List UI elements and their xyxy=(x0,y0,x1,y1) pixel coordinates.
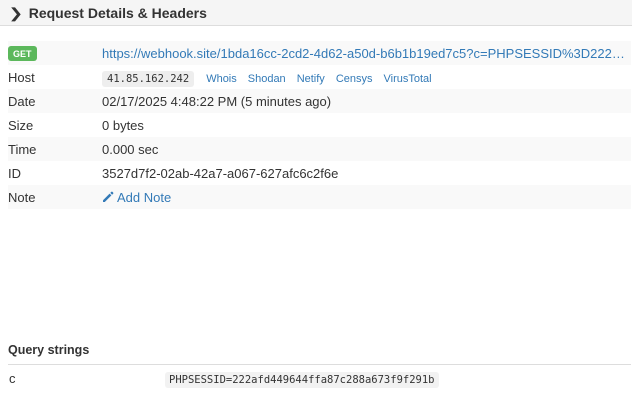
netify-link[interactable]: Netify xyxy=(297,73,325,85)
host-row: Host 41.85.162.242 Whois Shodan Netify Censy… xyxy=(8,65,631,89)
add-note-label: Add Note xyxy=(117,189,172,205)
query-key: c xyxy=(8,364,165,391)
request-url-link[interactable]: https://webhook.site/1bda16cc-2cd2-4d62-… xyxy=(102,46,629,61)
time-value: 0.000 sec xyxy=(102,141,159,157)
request-details-table: GET https://webhook.site/1bda16cc-2cd2-4… xyxy=(8,41,631,209)
pencil-icon xyxy=(103,191,114,202)
virustotal-link[interactable]: VirusTotal xyxy=(384,73,432,85)
censys-link[interactable]: Censys xyxy=(336,73,373,85)
shodan-link[interactable]: Shodan xyxy=(248,73,286,85)
size-value: 0 bytes xyxy=(102,117,144,133)
request-details-header[interactable]: ❯ Request Details & Headers xyxy=(0,0,632,26)
chevron-down-icon[interactable]: ❯ xyxy=(9,6,24,20)
date-label: Date xyxy=(8,93,36,109)
query-strings-title: Query strings xyxy=(8,343,90,357)
query-strings-table: c PHPSESSID=222afd449644ffa87c288a673f9f… xyxy=(8,364,631,391)
date-value: 02/17/2025 4:48:22 PM (5 minutes ago) xyxy=(102,93,332,109)
query-value: PHPSESSID=222afd449644ffa87c288a673f9f29… xyxy=(165,371,439,388)
host-ip: 41.85.162.242 xyxy=(102,70,195,87)
panel-title: Request Details & Headers xyxy=(28,4,207,21)
size-label: Size xyxy=(8,117,34,133)
add-note-link[interactable]: Add Note xyxy=(102,190,171,205)
size-row: Size 0 bytes xyxy=(8,113,631,137)
method-url-row: GET https://webhook.site/1bda16cc-2cd2-4… xyxy=(8,41,631,65)
method-badge: GET xyxy=(8,46,37,61)
note-label: Note xyxy=(8,189,36,205)
time-row: Time 0.000 sec xyxy=(8,137,631,161)
time-label: Time xyxy=(8,141,37,157)
id-label: ID xyxy=(8,165,21,181)
host-label: Host xyxy=(8,69,35,85)
whois-link[interactable]: Whois xyxy=(206,73,237,85)
query-string-row: c PHPSESSID=222afd449644ffa87c288a673f9f… xyxy=(8,364,631,391)
id-row: ID 3527d7f2-02ab-42a7-a067-627afc6c2f6e xyxy=(8,161,631,185)
note-row: Note Add Note xyxy=(8,185,631,209)
date-row: Date 02/17/2025 4:48:22 PM (5 minutes ag… xyxy=(8,89,631,113)
id-value: 3527d7f2-02ab-42a7-a067-627afc6c2f6e xyxy=(102,165,339,181)
